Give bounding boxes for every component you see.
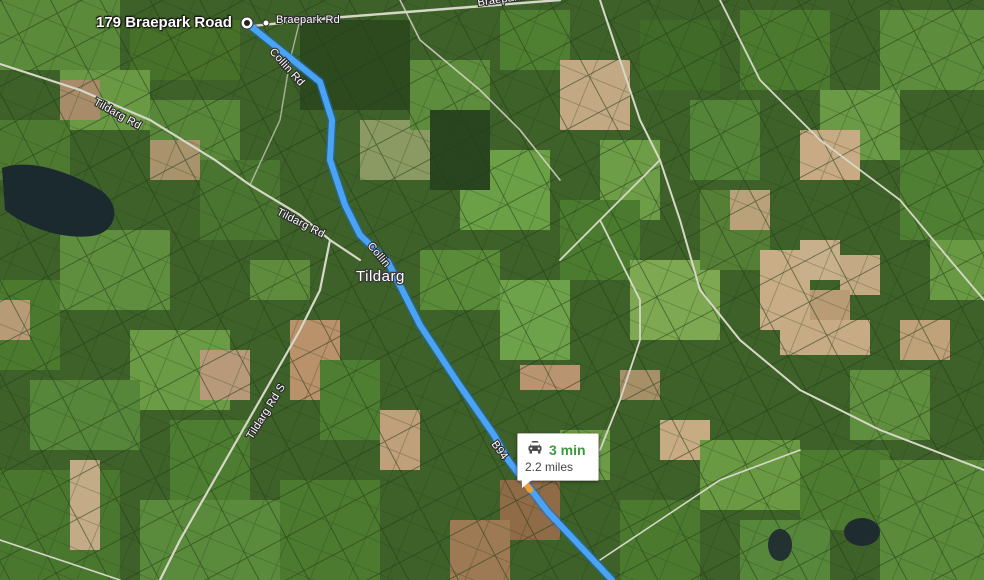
route-distance: 2.2 miles bbox=[525, 460, 574, 474]
destination-marker[interactable] bbox=[240, 16, 254, 30]
route-info-callout[interactable]: 3 min 2.2 miles bbox=[517, 433, 599, 488]
route-duration: 3 min bbox=[549, 441, 586, 458]
braepark-rd-label: Braepark Rd bbox=[276, 14, 340, 26]
place-label-tildarg: Tildarg bbox=[356, 268, 405, 285]
callout-pointer bbox=[522, 480, 532, 488]
waypoint-dot bbox=[262, 19, 270, 27]
map-view[interactable]: Braepark Rd Braepark Rd Collin Rd Collin… bbox=[0, 0, 984, 580]
destination-label: 179 Braepark Road bbox=[96, 14, 232, 31]
satellite-imagery[interactable]: Braepark Rd Braepark Rd Collin Rd Collin… bbox=[0, 0, 984, 580]
car-icon bbox=[527, 440, 543, 459]
